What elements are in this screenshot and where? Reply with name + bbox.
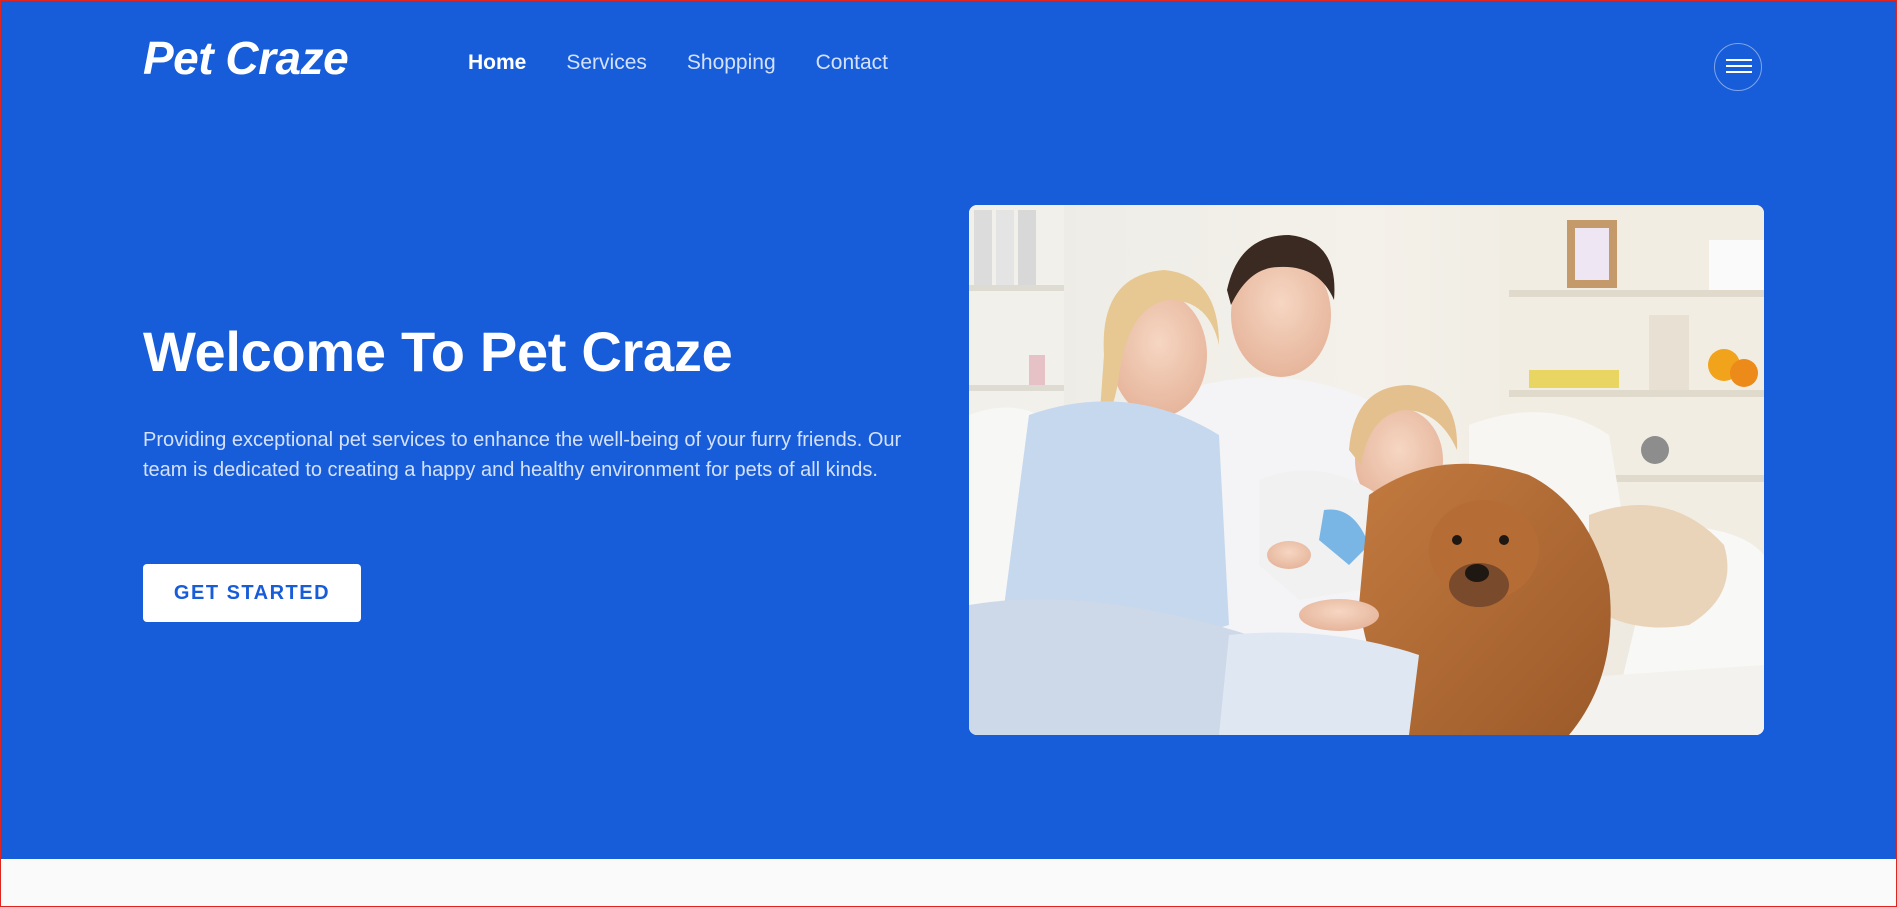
top-navigation: Pet Craze Home Services Shopping Contact bbox=[1, 1, 1896, 131]
nav-shopping[interactable]: Shopping bbox=[687, 51, 776, 75]
hero-description: Providing exceptional pet services to en… bbox=[143, 429, 902, 481]
hero-family-dog-photo bbox=[969, 205, 1764, 735]
page: Pet Craze Home Services Shopping Contact… bbox=[0, 0, 1897, 907]
get-started-button[interactable]: GET STARTED bbox=[143, 564, 361, 622]
hero-section: Pet Craze Home Services Shopping Contact… bbox=[1, 1, 1896, 859]
nav-contact[interactable]: Contact bbox=[816, 51, 888, 75]
main-nav: Home Services Shopping Contact bbox=[468, 51, 888, 75]
nav-home[interactable]: Home bbox=[468, 51, 526, 75]
nav-services[interactable]: Services bbox=[566, 51, 647, 75]
hero-title: Welcome To Pet Craze bbox=[143, 320, 733, 383]
brand-logo[interactable]: Pet Craze bbox=[143, 31, 349, 85]
hamburger-menu-icon[interactable] bbox=[1714, 43, 1762, 91]
